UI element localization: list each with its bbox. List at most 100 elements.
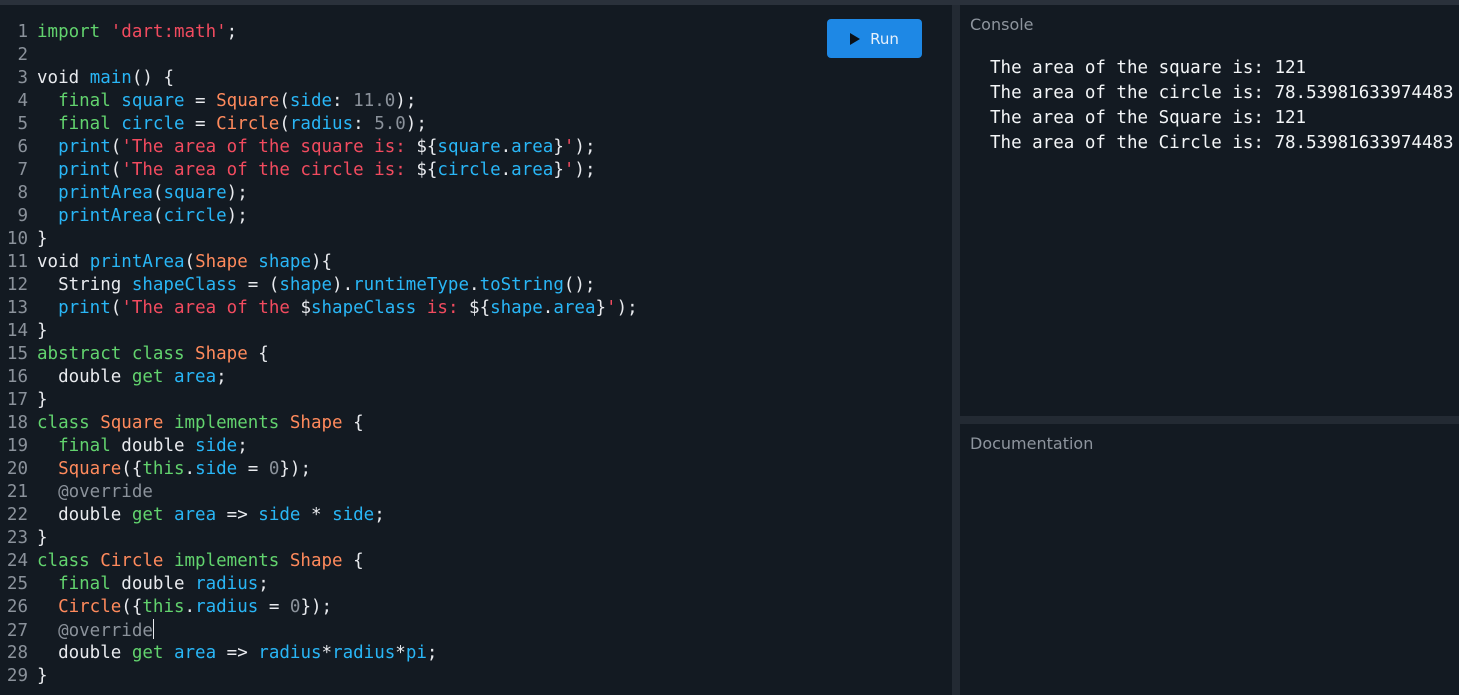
code-line[interactable]: 23} <box>0 527 952 550</box>
code-token: pi <box>405 643 427 663</box>
code-token: @override <box>58 482 153 502</box>
code-token: 'dart:math' <box>110 22 227 42</box>
code-editor[interactable]: 1 import 'dart:math'; 2 3 void main() {4 fin… <box>0 5 952 695</box>
code-token: circle <box>437 160 501 180</box>
code-token: radius <box>195 574 259 594</box>
code-token: printArea <box>58 206 153 226</box>
line-number: 20 <box>6 459 28 479</box>
code-token: radius <box>332 643 396 663</box>
code-token: radius <box>289 114 354 134</box>
code-line[interactable]: 20 Square({this.side = 0}); <box>0 458 952 481</box>
code-token: ; <box>237 436 248 456</box>
code-line[interactable]: 22 double get area => side * side; <box>0 504 952 527</box>
code-line[interactable]: 11 void printArea(Shape shape){ <box>0 251 952 274</box>
code-token: = <box>258 597 290 617</box>
code-line[interactable]: 16 double get area; <box>0 366 952 389</box>
code-token: ); <box>574 137 596 157</box>
code-token: print <box>58 160 111 180</box>
code-token: import <box>37 22 111 42</box>
code-token: Circle <box>58 597 122 617</box>
line-number: 21 <box>6 482 28 502</box>
code-token: * <box>300 505 333 525</box>
code-token: final <box>58 91 122 111</box>
code-line[interactable]: 21 @override <box>0 481 952 504</box>
line-number: 4 <box>17 91 28 111</box>
code-token: ; <box>258 574 269 594</box>
code-token: => <box>216 643 259 663</box>
code-token: } <box>37 229 48 249</box>
code-line[interactable]: 18 class Square implements Shape { <box>0 412 952 435</box>
code-token: = <box>184 91 217 111</box>
code-line[interactable]: 9 printArea(circle); <box>0 205 952 228</box>
code-token: abstract class <box>37 344 196 364</box>
code-token: final <box>58 114 122 134</box>
line-number: 18 <box>6 413 28 433</box>
code-line[interactable]: 17} <box>0 389 952 412</box>
code-line[interactable]: 14} <box>0 320 952 343</box>
code-token: side <box>195 459 238 479</box>
line-number: 16 <box>6 367 28 387</box>
code-line[interactable]: 27 @override <box>0 619 952 642</box>
code-token: printArea <box>89 252 185 272</box>
code-line[interactable]: 12 String shapeClass = (shape).runtimeTy… <box>0 274 952 297</box>
code-lines[interactable]: 1 import 'dart:math'; 2 3 void main() {4 fin… <box>0 21 952 688</box>
code-token: main <box>89 68 132 88</box>
code-line[interactable]: 6 print('The area of the square is: ${sq… <box>0 136 952 159</box>
code-token: ' <box>563 160 575 180</box>
code-line[interactable]: 29} <box>0 665 952 688</box>
code-line[interactable]: 15 abstract class Shape { <box>0 343 952 366</box>
play-icon <box>850 32 861 45</box>
line-number: 5 <box>17 114 28 134</box>
code-token: => <box>216 505 259 525</box>
code-line[interactable]: 28 double get area => radius*radius*pi; <box>0 642 952 665</box>
code-token: runtimeType <box>353 275 470 295</box>
code-token: ({ <box>121 459 143 479</box>
console-output: The area of the square is: 121 The area … <box>990 56 1454 156</box>
line-number: 25 <box>6 574 28 594</box>
code-line[interactable]: 19 final double side; <box>0 435 952 458</box>
code-token: area <box>511 160 554 180</box>
code-token: String <box>37 275 132 295</box>
code-line[interactable]: 2 <box>0 44 952 67</box>
line-number: 10 <box>6 229 28 249</box>
code-token: radius <box>258 643 322 663</box>
code-line[interactable]: 1 import 'dart:math'; <box>0 21 952 44</box>
code-token: * <box>395 643 406 663</box>
code-line[interactable]: 8 printArea(square); <box>0 182 952 205</box>
code-line[interactable]: 5 final circle = Circle(radius: 5.0); <box>0 113 952 136</box>
code-line[interactable]: 7 print('The area of the circle is: ${ci… <box>0 159 952 182</box>
code-token: double <box>37 367 132 387</box>
horizontal-splitter[interactable] <box>960 416 1459 424</box>
code-line[interactable]: 25 final double radius; <box>0 573 952 596</box>
code-line[interactable]: 4 final square = Square(side: 11.0); <box>0 90 952 113</box>
code-token: void <box>37 68 90 88</box>
code-token: { <box>247 344 269 364</box>
code-token: 5.0 <box>374 114 406 134</box>
code-token: side <box>289 91 333 111</box>
code-token: double <box>37 505 132 525</box>
code-token: shapeClass <box>131 275 238 295</box>
code-token: Circle <box>100 551 164 571</box>
code-token: @override <box>58 621 153 641</box>
code-token: = ( <box>237 275 280 295</box>
run-button[interactable]: Run <box>827 19 922 58</box>
code-token: ). <box>332 275 354 295</box>
vertical-splitter[interactable] <box>952 5 960 695</box>
code-token: } <box>553 160 564 180</box>
code-token: { <box>342 413 364 433</box>
code-line[interactable]: 13 print('The area of the $shapeClass is… <box>0 297 952 320</box>
code-token: Circle <box>216 114 280 134</box>
code-token: . <box>469 275 480 295</box>
code-line[interactable]: 26 Circle({this.radius = 0}); <box>0 596 952 619</box>
code-line[interactable]: 10} <box>0 228 952 251</box>
line-number: 7 <box>17 160 28 180</box>
code-token: ; <box>426 643 438 663</box>
code-token: ); <box>226 183 248 203</box>
code-token: shape <box>490 298 543 318</box>
code-token: } <box>37 666 48 686</box>
code-line[interactable]: 24 class Circle implements Shape { <box>0 550 952 573</box>
code-line[interactable]: 3 void main() { <box>0 67 952 90</box>
